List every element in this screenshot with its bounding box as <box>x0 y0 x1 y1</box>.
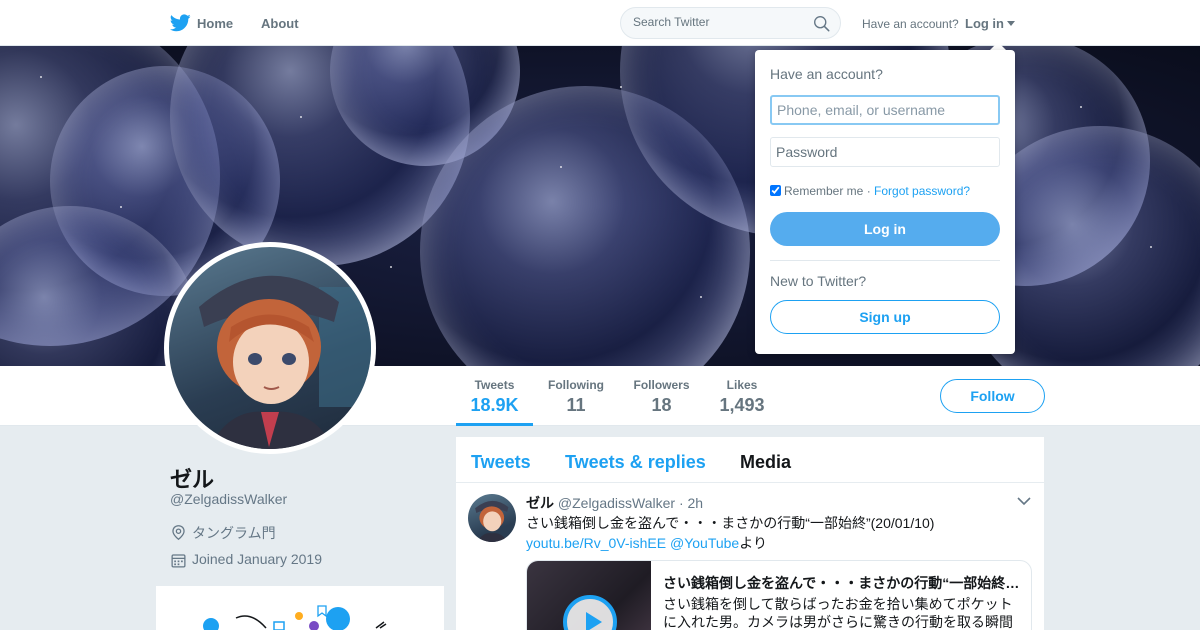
timeline: Tweets Tweets & replies Media ゼル @Zelgad… <box>456 437 1044 630</box>
sidebar-card-illustration <box>203 605 387 630</box>
follow-button[interactable]: Follow <box>940 379 1045 413</box>
stat-followers[interactable]: Followers 18 <box>627 378 696 416</box>
stat-tweets-value: 18.9K <box>470 395 519 415</box>
play-icon[interactable] <box>563 595 617 630</box>
search-box[interactable] <box>620 7 841 39</box>
active-stat-underline <box>456 423 533 426</box>
new-to-twitter-text: New to Twitter? <box>770 273 867 289</box>
tweet-header: ゼル @ZelgadissWalker · 2h <box>526 493 703 513</box>
profile-location: タングラム門 <box>170 523 276 543</box>
login-dropdown: Have an account? Remember me · Forgot pa… <box>755 50 1015 354</box>
signup-button[interactable]: Sign up <box>770 300 1000 334</box>
banner-star <box>700 296 702 298</box>
tweet-author-name[interactable]: ゼル <box>526 495 554 511</box>
stat-tweets[interactable]: Tweets 18.9K <box>456 378 533 416</box>
stat-likes-value: 1,493 <box>719 395 765 415</box>
card-title: さい銭箱倒し金を盗んで・・・まさかの行動“一部始終”(20/01/10) <box>663 575 1023 591</box>
profile-handle[interactable]: @ZelgadissWalker <box>170 491 287 507</box>
nav-about-link[interactable]: About <box>261 16 299 31</box>
profile-location-text: タングラム門 <box>192 525 276 541</box>
stat-followers-value: 18 <box>651 395 672 415</box>
profile-joined-text: Joined January 2019 <box>192 551 322 567</box>
top-navigation: Home About Have an account? Log in <box>0 0 1200 46</box>
nav-home-link[interactable]: Home <box>197 16 233 31</box>
remember-me-checkbox[interactable] <box>770 185 781 196</box>
stat-followers-label: Followers <box>633 378 690 392</box>
login-dropdown-toggle[interactable]: Log in <box>965 16 1015 31</box>
login-link-label: Log in <box>965 16 1004 31</box>
have-account-text: Have an account? <box>862 17 959 31</box>
banner-star <box>1150 246 1152 248</box>
login-button[interactable]: Log in <box>770 212 1000 246</box>
tweet-text: さい銭箱倒し金を盗んで・・・まさかの行動“一部始終”(20/01/10) you… <box>526 513 934 553</box>
avatar-illustration <box>199 275 371 449</box>
stat-likes[interactable]: Likes 1,493 <box>712 378 772 416</box>
tab-tweets[interactable]: Tweets <box>471 452 531 473</box>
search-icon[interactable] <box>813 15 830 32</box>
banner-star <box>40 76 42 78</box>
banner-star <box>390 266 392 268</box>
tweet-text-links: youtu.be/Rv_0V-ishEE @YouTubeより <box>526 533 934 553</box>
banner-star <box>300 116 302 118</box>
profile-joined: Joined January 2019 <box>170 551 322 568</box>
stat-following-label: Following <box>548 378 604 392</box>
sidebar-card <box>156 586 444 630</box>
stat-following[interactable]: Following 11 <box>540 378 612 416</box>
card-thumbnail <box>527 561 651 630</box>
banner-star <box>560 166 562 168</box>
link-preview-card[interactable]: さい銭箱倒し金を盗んで・・・まさかの行動“一部始終”(20/01/10) さい銭… <box>526 560 1032 630</box>
avatar-image <box>169 247 371 449</box>
profile-name: ゼル <box>170 467 215 492</box>
stat-following-value: 11 <box>566 395 586 415</box>
location-pin-icon <box>172 525 185 541</box>
banner-star <box>620 86 622 88</box>
password-field[interactable] <box>770 137 1000 167</box>
remember-me-label[interactable]: Remember me <box>784 184 863 198</box>
profile-avatar[interactable] <box>164 242 376 454</box>
tweet-author-handle[interactable]: @ZelgadissWalker <box>558 495 675 511</box>
tweet-avatar-illustration <box>475 500 509 542</box>
stat-likes-label: Likes <box>726 378 758 392</box>
forgot-password-link[interactable]: Forgot password? <box>874 184 970 198</box>
banner-star <box>120 206 122 208</box>
tweet-text-line: さい銭箱倒し金を盗んで・・・まさかの行動“一部始終”(20/01/10) <box>526 515 935 531</box>
tab-tweets-and-replies[interactable]: Tweets & replies <box>565 452 706 473</box>
tweet-youtube-link[interactable]: youtu.be/Rv_0V-ishEE <box>526 535 666 551</box>
banner-star <box>1080 106 1082 108</box>
tweet-text-suffix: より <box>739 535 767 551</box>
tweet-avatar[interactable] <box>468 494 516 542</box>
remember-separator: · <box>863 184 875 198</box>
twitter-bird-icon[interactable] <box>170 14 191 32</box>
chevron-down-icon[interactable] <box>1017 496 1031 506</box>
tweet-mention[interactable]: @YouTube <box>670 535 739 551</box>
tab-media[interactable]: Media <box>740 452 791 473</box>
timeline-tabs: Tweets Tweets & replies Media <box>456 437 1044 483</box>
caret-down-icon <box>1007 21 1015 26</box>
search-input[interactable] <box>633 15 803 29</box>
stat-tweets-label: Tweets <box>474 378 515 392</box>
remember-row: Remember me · Forgot password? <box>770 184 970 198</box>
dropdown-title: Have an account? <box>770 66 883 82</box>
card-description: さい銭箱を倒して散らばったお金を拾い集めてポケットに入れた男。カメラは男がさらに… <box>663 596 1013 630</box>
username-field[interactable] <box>770 95 1000 125</box>
dropdown-divider <box>770 260 1000 261</box>
tweet-time[interactable]: · 2h <box>679 495 703 511</box>
calendar-icon <box>171 554 186 568</box>
